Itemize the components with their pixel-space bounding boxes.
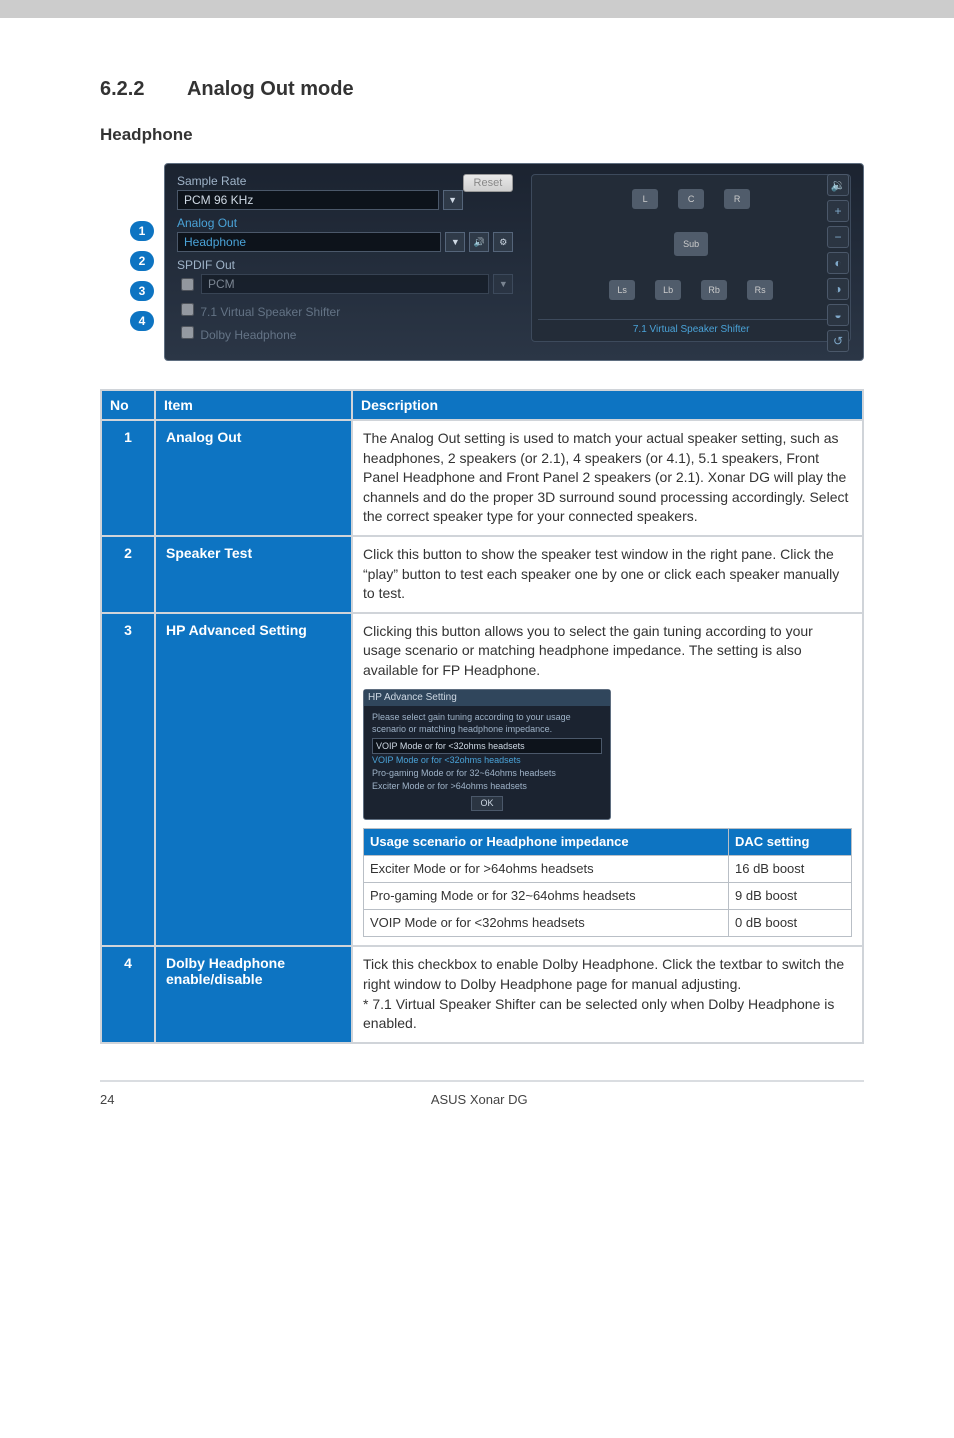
row2-desc: Click this button to show the speaker te… bbox=[352, 536, 863, 613]
inner-r2-scenario: Pro-gaming Mode or for 32~64ohms headset… bbox=[364, 883, 729, 910]
inner-r1-scenario: Exciter Mode or for >64ohms headsets bbox=[364, 855, 729, 882]
hp-advance-opt3[interactable]: Pro-gaming Mode or for 32~64ohms headset… bbox=[372, 767, 602, 780]
row3-desc-top: Clicking this button allows you to selec… bbox=[363, 622, 852, 681]
inner-row: VOIP Mode or for <32ohms headsets 0 dB b… bbox=[364, 910, 852, 937]
speaker-test-icon[interactable]: 🔊 bbox=[469, 232, 489, 252]
inner-row: Pro-gaming Mode or for 32~64ohms headset… bbox=[364, 883, 852, 910]
spdif-label: SPDIF Out bbox=[177, 258, 513, 272]
vss-label: 7.1 Virtual Speaker Shifter bbox=[200, 305, 340, 319]
callout-3: 3 bbox=[130, 281, 154, 301]
hp-advanced-icon[interactable]: ⚙ bbox=[493, 232, 513, 252]
info-table: No Item Description 1 Analog Out The Ana… bbox=[100, 389, 864, 1044]
section-number: 6.2.2 bbox=[100, 78, 144, 100]
callout-1: 1 bbox=[130, 221, 154, 241]
page-footer: 24 ASUS Xonar DG bbox=[100, 1080, 864, 1107]
speaker-ls[interactable]: Ls bbox=[609, 280, 635, 300]
dolby-headphone-label: Dolby Headphone bbox=[200, 328, 296, 342]
analog-out-select[interactable]: Headphone bbox=[177, 232, 441, 252]
analog-out-label: Analog Out bbox=[177, 216, 237, 230]
row4-item: Dolby Headphone enable/disable bbox=[155, 946, 352, 1042]
hp-advance-ok-button[interactable]: OK bbox=[471, 796, 503, 811]
mode-icon-1[interactable]: ◐ bbox=[827, 252, 849, 274]
th-desc: Description bbox=[352, 390, 863, 420]
inner-r3-scenario: VOIP Mode or for <32ohms headsets bbox=[364, 910, 729, 937]
minus-icon[interactable]: − bbox=[827, 226, 849, 248]
spdif-dropdown-icon[interactable]: ▼ bbox=[493, 274, 513, 294]
mode-icon-2[interactable]: ◑ bbox=[827, 278, 849, 300]
th-no: No bbox=[101, 390, 155, 420]
row1-no: 1 bbox=[101, 420, 155, 536]
speaker-test-pane: L C R Sub Ls Lb Rb Rs 7.1 Virtual Speake… bbox=[531, 174, 851, 342]
inner-th-dac: DAC setting bbox=[729, 828, 852, 855]
reset-button[interactable]: Reset bbox=[463, 174, 514, 192]
row3-desc: Clicking this button allows you to selec… bbox=[352, 613, 863, 947]
row4-desc: Tick this checkbox to enable Dolby Headp… bbox=[352, 946, 863, 1042]
spdif-checkbox[interactable] bbox=[181, 278, 194, 291]
table-row: 1 Analog Out The Analog Out setting is u… bbox=[101, 420, 863, 536]
inner-row: Exciter Mode or for >64ohms headsets 16 … bbox=[364, 855, 852, 882]
inner-r1-dac: 16 dB boost bbox=[729, 855, 852, 882]
hp-advance-dialog: HP Advance Setting Please select gain tu… bbox=[363, 689, 611, 820]
row2-no: 2 bbox=[101, 536, 155, 613]
row2-item: Speaker Test bbox=[155, 536, 352, 613]
mode-icon-3[interactable]: ◒ bbox=[827, 304, 849, 326]
inner-r2-dac: 9 dB boost bbox=[729, 883, 852, 910]
speaker-rb[interactable]: Rb bbox=[701, 280, 727, 300]
table-row: 4 Dolby Headphone enable/disable Tick th… bbox=[101, 946, 863, 1042]
dac-setting-table: Usage scenario or Headphone impedance DA… bbox=[363, 828, 852, 938]
section-title: Analog Out mode bbox=[187, 78, 354, 100]
th-item: Item bbox=[155, 390, 352, 420]
row1-desc: The Analog Out setting is used to match … bbox=[352, 420, 863, 536]
speaker-c[interactable]: C bbox=[678, 189, 704, 209]
row3-item: HP Advanced Setting bbox=[155, 613, 352, 947]
side-icon-column: 🔉 + − ◐ ◑ ◒ ↺ bbox=[827, 174, 849, 352]
analog-out-dropdown-icon[interactable]: ▼ bbox=[445, 232, 465, 252]
vss-checkbox[interactable] bbox=[181, 303, 194, 316]
hp-advance-line2: scenario or matching headphone impedance… bbox=[372, 723, 602, 736]
inner-th-scenario: Usage scenario or Headphone impedance bbox=[364, 828, 729, 855]
dolby-checkbox[interactable] bbox=[181, 326, 194, 339]
subheading: Headphone bbox=[100, 125, 864, 145]
inner-r3-dac: 0 dB boost bbox=[729, 910, 852, 937]
page-number: 24 bbox=[100, 1092, 114, 1107]
sample-rate-dropdown-icon[interactable]: ▼ bbox=[443, 190, 463, 210]
hp-advance-select[interactable]: VOIP Mode or for <32ohms headsets bbox=[372, 738, 602, 755]
hp-advance-opt4[interactable]: Exciter Mode or for >64ohms headsets bbox=[372, 780, 602, 793]
vss-footer-label: 7.1 Virtual Speaker Shifter bbox=[538, 319, 844, 335]
top-bar bbox=[0, 0, 954, 18]
row1-item: Analog Out bbox=[155, 420, 352, 536]
speaker-sub[interactable]: Sub bbox=[674, 232, 708, 256]
hp-advance-title: HP Advance Setting bbox=[364, 690, 610, 706]
speaker-l[interactable]: L bbox=[632, 189, 658, 209]
speaker-r[interactable]: R bbox=[724, 189, 750, 209]
app-screenshot: 🔉 + − ◐ ◑ ◒ ↺ Reset Sample Rate PCM 96 K… bbox=[164, 163, 864, 361]
speaker-lb[interactable]: Lb bbox=[655, 280, 681, 300]
row3-no: 3 bbox=[101, 613, 155, 947]
page-body: 6.2.2 Analog Out mode Headphone 1 2 3 4 … bbox=[0, 18, 954, 1147]
callout-4: 4 bbox=[130, 311, 154, 331]
table-row: 3 HP Advanced Setting Clicking this butt… bbox=[101, 613, 863, 947]
hp-advance-line1: Please select gain tuning according to y… bbox=[372, 711, 602, 724]
sample-rate-select[interactable]: PCM 96 KHz bbox=[177, 190, 439, 210]
product-name: ASUS Xonar DG bbox=[431, 1092, 528, 1107]
volume-icon[interactable]: 🔉 bbox=[827, 174, 849, 196]
mode-icon-4[interactable]: ↺ bbox=[827, 330, 849, 352]
hp-advance-opt-selected[interactable]: VOIP Mode or for <32ohms headsets bbox=[372, 754, 602, 767]
callout-column: 1 2 3 4 bbox=[130, 163, 164, 361]
callout-2: 2 bbox=[130, 251, 154, 271]
table-row: 2 Speaker Test Click this button to show… bbox=[101, 536, 863, 613]
screenshot-area: 1 2 3 4 🔉 + − ◐ ◑ ◒ ↺ Reset Sample Rate … bbox=[130, 163, 864, 361]
plus-icon[interactable]: + bbox=[827, 200, 849, 222]
spdif-select[interactable]: PCM bbox=[201, 274, 489, 294]
row4-no: 4 bbox=[101, 946, 155, 1042]
screenshot-left-panel: Reset Sample Rate PCM 96 KHz ▼ Analog Ou… bbox=[177, 174, 513, 342]
speaker-rs[interactable]: Rs bbox=[747, 280, 773, 300]
section-heading: 6.2.2 Analog Out mode bbox=[100, 78, 864, 101]
